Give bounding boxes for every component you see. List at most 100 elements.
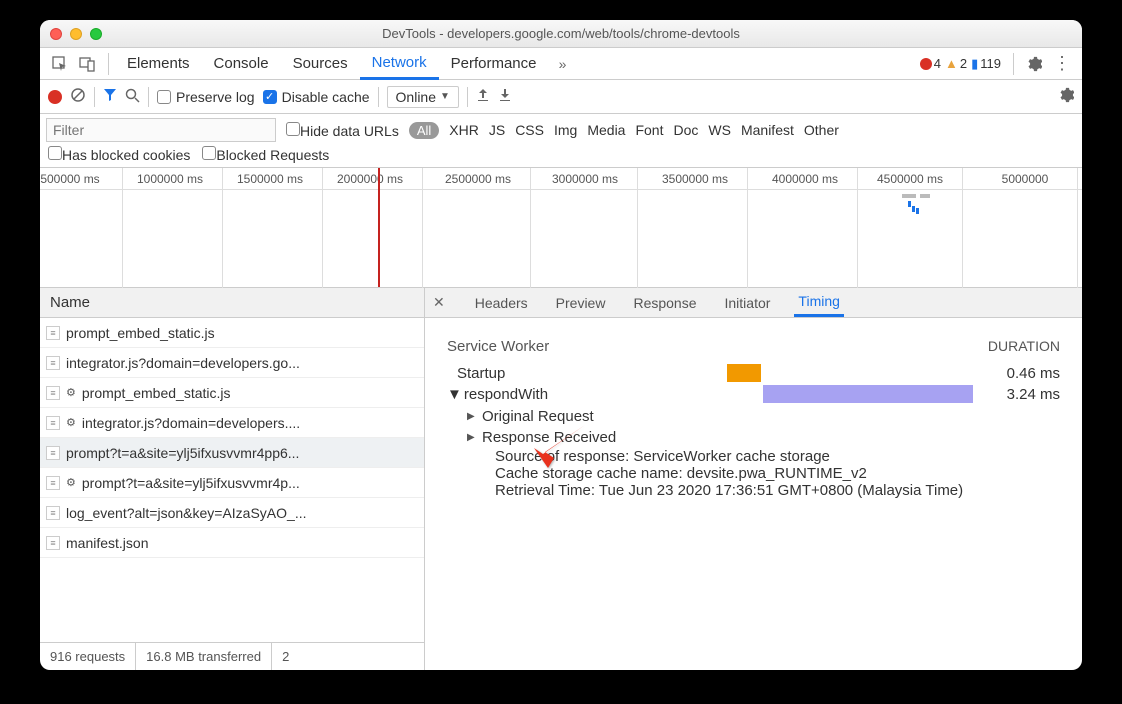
request-name: prompt?t=a&site=ylj5ifxusvvmr4p... <box>82 475 300 491</box>
error-badge[interactable]: 4 <box>920 56 941 71</box>
status-footer: 916 requests 16.8 MB transferred 2 <box>40 642 424 670</box>
detail-tab-timing[interactable]: Timing <box>794 288 844 317</box>
filter-img[interactable]: Img <box>554 122 577 138</box>
timeline-tick: 2500000 ms <box>445 172 511 186</box>
request-row[interactable]: ≡⚙prompt_embed_static.js <box>40 378 424 408</box>
search-icon[interactable] <box>125 88 140 106</box>
has-blocked-cookies-checkbox[interactable]: Has blocked cookies <box>48 146 190 163</box>
timeline-gridline <box>747 168 748 288</box>
request-list-pane: Name ≡prompt_embed_static.js≡integrator.… <box>40 288 425 670</box>
filter-other[interactable]: Other <box>804 122 839 138</box>
gear-icon: ⚙ <box>66 416 76 429</box>
upload-har-icon[interactable] <box>476 88 490 105</box>
divider <box>148 87 149 107</box>
tab-sources[interactable]: Sources <box>281 49 360 78</box>
detail-tab-preview[interactable]: Preview <box>552 290 610 316</box>
filter-js[interactable]: JS <box>489 122 505 138</box>
request-row[interactable]: ≡prompt?t=a&site=ylj5ifxusvvmr4pp6... <box>40 438 424 468</box>
more-tabs-icon[interactable]: » <box>549 50 577 78</box>
tab-elements[interactable]: Elements <box>115 49 202 78</box>
filter-media[interactable]: Media <box>587 122 625 138</box>
timeline-gridline <box>530 168 531 288</box>
preserve-log-checkbox[interactable]: Preserve log <box>157 89 255 105</box>
request-row[interactable]: ≡⚙integrator.js?domain=developers.... <box>40 408 424 438</box>
file-icon: ≡ <box>46 386 60 400</box>
filter-font[interactable]: Font <box>635 122 663 138</box>
warning-badge[interactable]: ▲2 <box>945 56 967 71</box>
detail-tab-headers[interactable]: Headers <box>471 290 532 316</box>
download-har-icon[interactable] <box>498 88 512 105</box>
timeline-gridline <box>1077 168 1078 288</box>
divider <box>378 87 379 107</box>
gear-icon: ⚙ <box>66 386 76 399</box>
clear-button[interactable] <box>70 87 86 106</box>
filter-ws[interactable]: WS <box>708 122 731 138</box>
window-title: DevTools - developers.google.com/web/too… <box>40 26 1082 41</box>
timeline-tick: 4500000 ms <box>877 172 943 186</box>
tab-network[interactable]: Network <box>360 48 439 80</box>
record-button[interactable] <box>48 90 62 104</box>
tree-response-received[interactable]: ▶Response Received <box>467 427 1060 448</box>
timeline-tick: 500000 ms <box>40 172 99 186</box>
timeline-gridline <box>422 168 423 288</box>
close-detail-icon[interactable]: ✕ <box>433 294 445 311</box>
checkbox-icon <box>286 122 300 136</box>
file-icon: ≡ <box>46 506 60 520</box>
section-label: Service Worker <box>447 338 988 355</box>
throttling-select[interactable]: Online▼ <box>387 86 459 108</box>
footer-transferred: 16.8 MB transferred <box>136 643 272 670</box>
detail-tab-initiator[interactable]: Initiator <box>721 290 775 316</box>
filter-icon[interactable] <box>103 88 117 105</box>
message-icon: ▮ <box>971 56 978 72</box>
request-name: prompt?t=a&site=ylj5ifxusvvmr4pp6... <box>66 445 299 461</box>
network-settings-icon[interactable] <box>1058 87 1074 106</box>
tab-console[interactable]: Console <box>202 49 281 78</box>
gear-icon: ⚙ <box>66 476 76 489</box>
filter-manifest[interactable]: Manifest <box>741 122 794 138</box>
blocked-requests-checkbox[interactable]: Blocked Requests <box>202 146 329 163</box>
request-row[interactable]: ≡integrator.js?domain=developers.go... <box>40 348 424 378</box>
divider <box>108 53 109 75</box>
footer-requests: 916 requests <box>40 643 136 670</box>
request-list: ≡prompt_embed_static.js≡integrator.js?do… <box>40 318 424 642</box>
timeline-gridline <box>322 168 323 288</box>
devtools-window: DevTools - developers.google.com/web/too… <box>40 20 1082 670</box>
titlebar: DevTools - developers.google.com/web/too… <box>40 20 1082 48</box>
hide-data-urls-checkbox[interactable]: Hide data URLs <box>286 122 399 139</box>
request-row[interactable]: ≡manifest.json <box>40 528 424 558</box>
detail-tab-bar: ✕ Headers Preview Response Initiator Tim… <box>425 288 1082 318</box>
divider <box>1013 53 1014 75</box>
filter-all[interactable]: All <box>409 122 439 139</box>
settings-icon[interactable] <box>1020 50 1048 78</box>
filter-css[interactable]: CSS <box>515 122 544 138</box>
main-tab-bar: Elements Console Sources Network Perform… <box>40 48 1082 80</box>
divider <box>467 87 468 107</box>
checkbox-icon <box>157 90 171 104</box>
timing-row-startup: Startup 0.46 ms <box>447 364 1060 382</box>
detail-pane: ✕ Headers Preview Response Initiator Tim… <box>425 288 1082 670</box>
chevron-down-icon: ▼ <box>447 386 462 403</box>
error-icon <box>920 58 932 70</box>
request-name: integrator.js?domain=developers.go... <box>66 355 300 371</box>
detail-tab-response[interactable]: Response <box>629 290 700 316</box>
request-row[interactable]: ≡log_event?alt=json&key=AIzaSyAO_... <box>40 498 424 528</box>
request-row[interactable]: ≡prompt_embed_static.js <box>40 318 424 348</box>
filter-xhr[interactable]: XHR <box>449 122 479 138</box>
timeline-tick: 2000000 ms <box>337 172 403 186</box>
disable-cache-checkbox[interactable]: ✓Disable cache <box>263 89 370 105</box>
filter-input[interactable] <box>46 118 276 142</box>
timing-row-respondwith[interactable]: ▼respondWith 3.24 ms <box>447 385 1060 403</box>
device-toggle-icon[interactable] <box>74 50 102 78</box>
timeline-overview[interactable]: 500000 ms1000000 ms1500000 ms2000000 ms2… <box>40 168 1082 288</box>
network-toolbar: Preserve log ✓Disable cache Online▼ <box>40 80 1082 114</box>
filter-doc[interactable]: Doc <box>673 122 698 138</box>
name-column-header[interactable]: Name <box>40 288 424 318</box>
request-row[interactable]: ≡⚙prompt?t=a&site=ylj5ifxusvvmr4p... <box>40 468 424 498</box>
tab-performance[interactable]: Performance <box>439 49 549 78</box>
duration-header: DURATION <box>988 338 1060 357</box>
inspect-icon[interactable] <box>46 50 74 78</box>
kebab-menu-icon[interactable]: ⋮ <box>1048 50 1076 78</box>
tree-original-request[interactable]: ▶Original Request <box>467 406 1060 427</box>
file-icon: ≡ <box>46 536 60 550</box>
message-badge[interactable]: ▮119 <box>971 56 1001 72</box>
